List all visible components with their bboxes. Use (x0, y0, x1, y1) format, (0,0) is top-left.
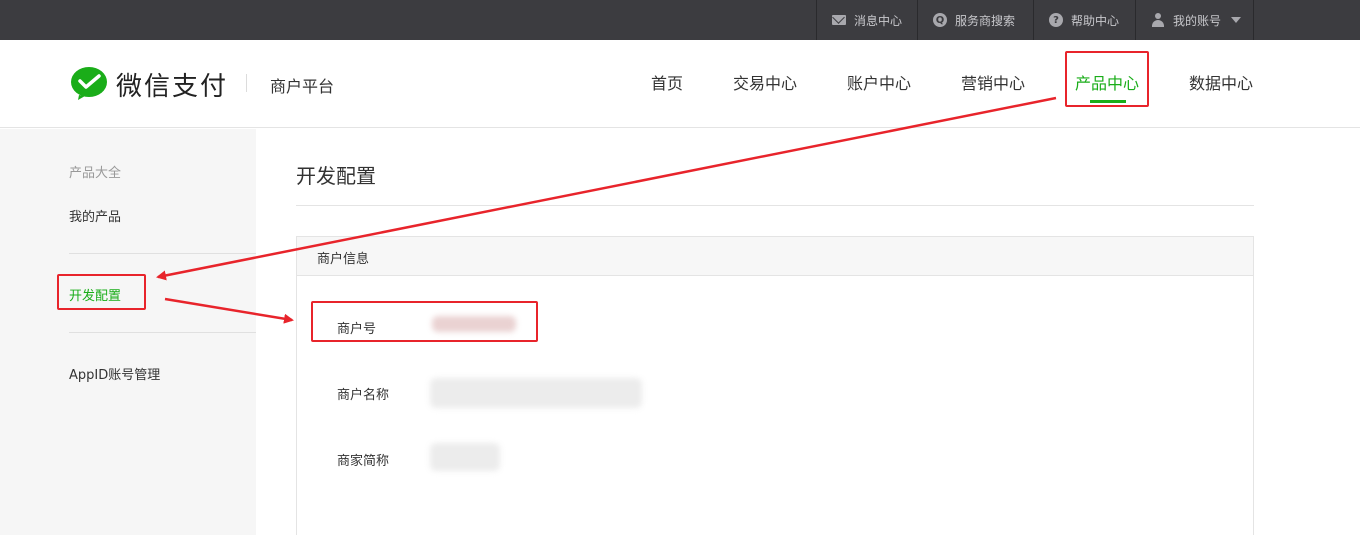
chevron-down-icon (1231, 17, 1242, 23)
sidebar-heading: 产品大全 (69, 166, 122, 181)
highlight-box-product-center (1065, 51, 1149, 107)
merchant-name-value-redacted (430, 378, 642, 408)
sidebar-item-appid-management[interactable]: AppID账号管理 (69, 364, 160, 383)
sidebar-item-my-products[interactable]: 我的产品 (69, 206, 121, 225)
merchant-short-name-label: 商家简称 (337, 454, 390, 469)
my-account-label: 我的账号 (1173, 13, 1222, 28)
provider-search-link[interactable]: Q 服务商搜索 (917, 0, 1033, 40)
message-center-label: 消息中心 (854, 13, 903, 28)
merchant-short-name-value-redacted (430, 443, 500, 471)
title-divider (296, 205, 1254, 206)
help-center-label: 帮助中心 (1071, 13, 1120, 28)
merchant-name-label: 商户名称 (337, 388, 390, 403)
main-header: 微信支付 商户平台 首页 交易中心 账户中心 营销中心 产品中心 数据中心 (0, 40, 1360, 128)
platform-subtitle: 商户平台 (270, 77, 335, 96)
provider-search-label: 服务商搜索 (955, 13, 1016, 28)
sidebar-divider (69, 253, 256, 254)
nav-account-center[interactable]: 账户中心 (847, 70, 911, 94)
nav-marketing-center[interactable]: 营销中心 (961, 70, 1025, 94)
search-icon: Q (933, 13, 947, 27)
nav-home[interactable]: 首页 (651, 70, 683, 94)
my-account-menu[interactable]: 我的账号 (1135, 0, 1254, 40)
help-icon: ? (1049, 13, 1063, 27)
nav-data-center[interactable]: 数据中心 (1189, 70, 1253, 94)
brand-name: 微信支付 (116, 72, 229, 102)
panel-title: 商户信息 (317, 252, 370, 267)
user-icon (1151, 13, 1165, 27)
message-center-link[interactable]: 消息中心 (816, 0, 917, 40)
sidebar-divider (69, 332, 256, 333)
nav-trade-center[interactable]: 交易中心 (733, 70, 797, 94)
page-title: 开发配置 (296, 164, 376, 188)
help-center-link[interactable]: ? 帮助中心 (1033, 0, 1135, 40)
top-bar: 消息中心 Q 服务商搜索 ? 帮助中心 我的账号 (0, 0, 1360, 40)
mail-icon (832, 13, 846, 27)
wechat-pay-logo-icon[interactable] (70, 66, 108, 100)
highlight-box-dev-config (57, 274, 146, 310)
highlight-box-merchant-id (311, 301, 538, 342)
sidebar: 产品大全 我的产品 开发配置 AppID账号管理 (0, 129, 256, 535)
panel-header: 商户信息 (297, 237, 1253, 276)
logo-divider (246, 74, 247, 92)
